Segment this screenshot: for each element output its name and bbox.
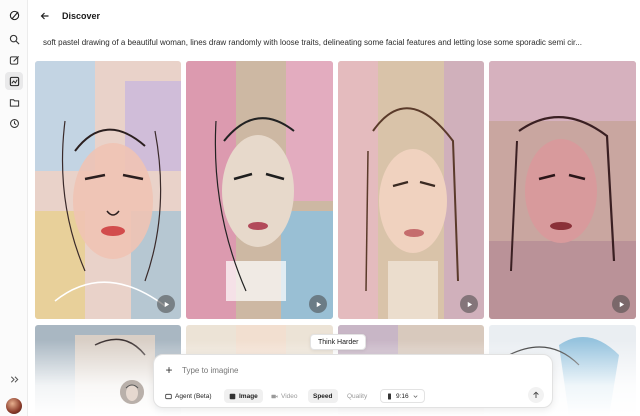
- image-mode-button[interactable]: Image: [224, 389, 263, 403]
- edit-icon[interactable]: [5, 51, 23, 69]
- prompt-text[interactable]: soft pastel drawing of a beautiful woman…: [43, 38, 633, 47]
- quality-label: Quality: [347, 392, 368, 400]
- agent-icon: [165, 393, 172, 399]
- speed-label: Speed: [313, 392, 333, 400]
- expand-icon[interactable]: [5, 370, 23, 388]
- play-icon: [619, 301, 624, 307]
- chevron-down-icon: [413, 394, 418, 398]
- arrow-left-icon: [40, 12, 49, 20]
- reference-thumbnail[interactable]: [120, 380, 144, 404]
- aspect-ratio-label: 9:16: [396, 392, 409, 400]
- video-mode-button[interactable]: Video: [266, 389, 303, 403]
- artwork-image: [338, 61, 484, 319]
- play-icon: [316, 301, 321, 307]
- aspect-ratio-select[interactable]: 9:16: [380, 389, 425, 403]
- avatar[interactable]: [6, 398, 22, 414]
- plus-icon: +: [165, 363, 173, 377]
- discover-icon[interactable]: [5, 72, 23, 90]
- page-title: Discover: [62, 11, 101, 21]
- reference-image: [120, 380, 144, 404]
- back-button[interactable]: [38, 9, 52, 23]
- play-icon: [467, 301, 472, 307]
- image-icon: [229, 393, 236, 399]
- history-icon[interactable]: [5, 114, 23, 132]
- prompt-composer: + Agent (Beta) Image Video Speed Quality…: [153, 354, 553, 408]
- folder-icon[interactable]: [5, 93, 23, 111]
- submit-button[interactable]: [528, 387, 544, 403]
- play-button[interactable]: [309, 295, 327, 313]
- logo-icon[interactable]: [5, 6, 23, 24]
- gallery-item[interactable]: [338, 61, 484, 319]
- think-harder-tooltip: Think Harder: [310, 334, 367, 350]
- quality-button[interactable]: Quality: [342, 389, 372, 403]
- gallery-item[interactable]: [35, 61, 181, 319]
- image-mode-label: Image: [239, 392, 258, 400]
- search-icon[interactable]: [5, 30, 23, 48]
- artwork-image: [186, 61, 333, 319]
- play-button[interactable]: [157, 295, 175, 313]
- header: Discover: [28, 0, 640, 32]
- gallery-item[interactable]: [489, 61, 636, 319]
- video-mode-label: Video: [281, 392, 298, 400]
- add-button[interactable]: +: [162, 363, 176, 377]
- artwork-image: [35, 61, 181, 319]
- video-icon: [271, 394, 278, 398]
- aspect-icon: [388, 393, 391, 399]
- gallery-item[interactable]: [186, 61, 333, 319]
- play-icon: [164, 301, 169, 307]
- sidebar: [0, 0, 28, 416]
- artwork-image: [489, 61, 636, 319]
- speed-button[interactable]: Speed: [308, 389, 338, 403]
- agent-beta-label: Agent (Beta): [175, 392, 212, 400]
- arrow-up-icon: [533, 391, 539, 398]
- prompt-input[interactable]: [182, 362, 512, 378]
- agent-beta-toggle[interactable]: Agent (Beta): [160, 389, 217, 403]
- play-button[interactable]: [460, 295, 478, 313]
- play-button[interactable]: [612, 295, 630, 313]
